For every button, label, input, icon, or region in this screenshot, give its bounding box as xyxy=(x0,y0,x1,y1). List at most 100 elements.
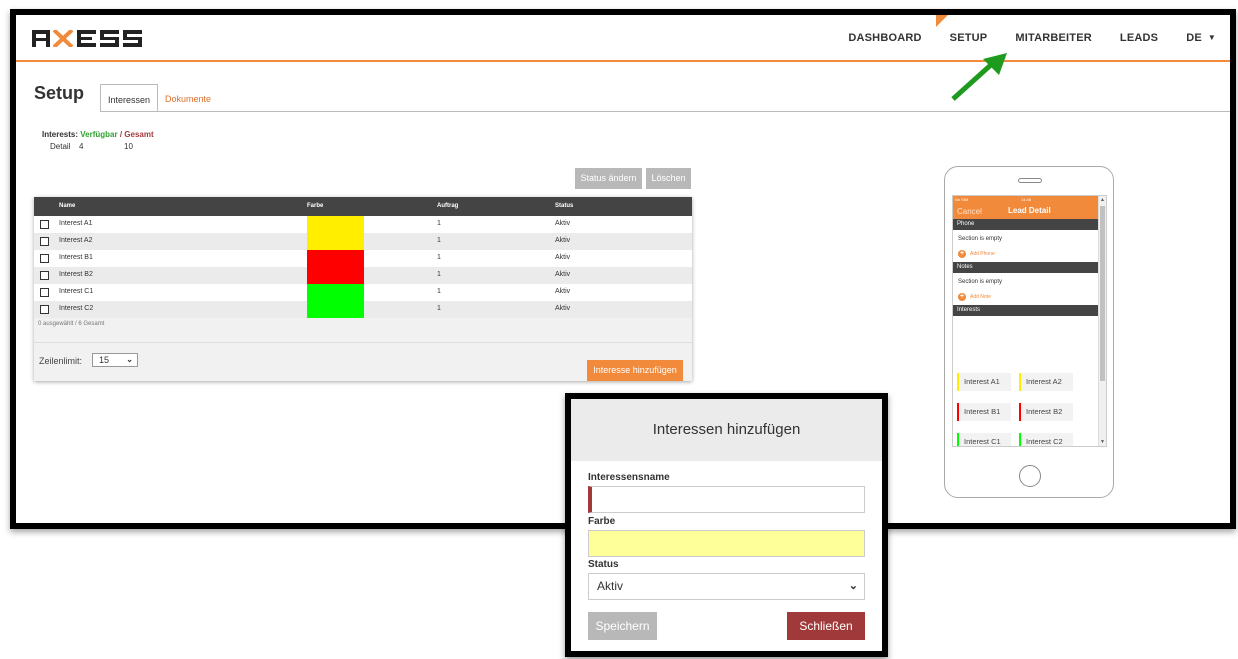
plus-icon: + xyxy=(958,293,966,301)
interest-name-label: Interessensname xyxy=(588,472,670,483)
phone-screen: No SIM 14:48 Cancel Lead Detail Phone Se… xyxy=(952,195,1107,447)
row-color-swatch xyxy=(307,250,364,267)
summary-total-count: 10 xyxy=(124,142,133,151)
summary-available-label: Verfügbar xyxy=(80,130,118,139)
row-order: 1 xyxy=(437,254,441,261)
tab-interessen[interactable]: Interessen xyxy=(100,84,159,112)
phone-interest-chip[interactable]: Interest B2 xyxy=(1019,403,1073,421)
table-row[interactable]: Interest B2 1 Aktiv xyxy=(34,267,692,284)
phone-section-notes: Notes xyxy=(953,262,1102,273)
scroll-down-icon[interactable]: ▼ xyxy=(1100,439,1105,445)
row-status: Aktiv xyxy=(555,288,571,295)
color-input[interactable] xyxy=(588,530,865,557)
language-label: DE xyxy=(1186,32,1202,44)
setup-tabs: Interessen Dokumente xyxy=(100,84,218,112)
phone-interest-chip[interactable]: Interest C1 xyxy=(957,433,1011,446)
row-status: Aktiv xyxy=(555,254,571,261)
summary-row-label: Detail xyxy=(50,142,71,151)
row-checkbox[interactable] xyxy=(40,271,49,280)
modal-title: Interessen hinzufügen xyxy=(652,421,801,438)
interests-table: Name Farbe Auftrag Status Interest A1 1 Ak… xyxy=(34,197,692,381)
add-note-label: Add Note xyxy=(970,294,991,300)
scroll-up-icon[interactable]: ▲ xyxy=(1100,197,1105,203)
phone-interest-chip[interactable]: Interest A2 xyxy=(1019,373,1073,391)
nav-leads[interactable]: LEADS xyxy=(1106,15,1172,61)
phone-header: Cancel Lead Detail xyxy=(953,204,1106,219)
col-name[interactable]: Name xyxy=(59,203,75,209)
chevron-down-icon: ⌄ xyxy=(126,355,133,364)
table-row[interactable]: Interest A1 1 Aktiv xyxy=(34,216,692,233)
phone-interest-chip[interactable]: Interest B1 xyxy=(957,403,1011,421)
top-navbar: DASHBOARD SETUP MITARBEITER LEADS DE ▼ xyxy=(16,15,1230,62)
nav-language[interactable]: DE ▼ xyxy=(1172,15,1230,61)
table-header: Name Farbe Auftrag Status xyxy=(34,197,692,216)
plus-icon: + xyxy=(958,250,966,258)
row-order: 1 xyxy=(437,305,441,312)
interest-summary: Interests: Verfügbar / Gesamt Detail 4 1… xyxy=(42,130,154,151)
row-color-swatch xyxy=(307,233,364,250)
phone-add-phone[interactable]: + Add Phone xyxy=(953,246,1106,262)
chevron-down-icon: ⌄ xyxy=(848,580,858,592)
phone-time: 14:48 xyxy=(1021,197,1032,202)
status-select[interactable]: Aktiv ⌄ xyxy=(588,573,865,600)
change-status-button[interactable]: Status ändern xyxy=(575,168,642,189)
row-color-swatch xyxy=(307,284,364,301)
row-checkbox[interactable] xyxy=(40,254,49,263)
nav-dashboard[interactable]: DASHBOARD xyxy=(834,15,935,61)
row-status: Aktiv xyxy=(555,237,571,244)
row-name: Interest B2 xyxy=(59,271,93,278)
row-checkbox[interactable] xyxy=(40,305,49,314)
phone-interest-chip[interactable]: Interest C2 xyxy=(1019,433,1073,446)
row-limit-value: 15 xyxy=(99,355,110,365)
summary-available-count: 4 xyxy=(79,142,84,151)
phone-speaker xyxy=(1018,178,1042,183)
col-color[interactable]: Farbe xyxy=(307,203,323,209)
row-name: Interest C1 xyxy=(59,288,94,295)
table-row[interactable]: Interest B1 1 Aktiv xyxy=(34,250,692,267)
interest-name-input[interactable] xyxy=(588,486,865,513)
row-order: 1 xyxy=(437,237,441,244)
row-checkbox[interactable] xyxy=(40,237,49,246)
status-label: Status xyxy=(588,559,619,570)
phone-cancel-button[interactable]: Cancel xyxy=(957,207,982,216)
table-row[interactable]: Interest C1 1 Aktiv xyxy=(34,284,692,301)
row-order: 1 xyxy=(437,220,441,227)
row-checkbox[interactable] xyxy=(40,288,49,297)
table-row[interactable]: Interest A2 1 Aktiv xyxy=(34,233,692,250)
col-order[interactable]: Auftrag xyxy=(437,203,458,209)
row-limit-select[interactable]: 15 ⌄ xyxy=(92,353,138,367)
row-checkbox[interactable] xyxy=(40,220,49,229)
row-order: 1 xyxy=(437,271,441,278)
phone-section-phone: Phone xyxy=(953,219,1102,230)
close-button[interactable]: Schließen xyxy=(787,612,865,640)
nav-mitarbeiter[interactable]: MITARBEITER xyxy=(1001,15,1106,61)
tab-divider xyxy=(100,111,1230,112)
summary-total-label: Gesamt xyxy=(124,130,154,139)
delete-button[interactable]: Löschen xyxy=(646,168,691,189)
col-status[interactable]: Status xyxy=(555,203,573,209)
phone-add-note[interactable]: + Add Note xyxy=(953,289,1106,305)
save-button[interactable]: Speichern xyxy=(588,612,657,640)
phone-section-interests: Interests xyxy=(953,305,1102,316)
phone-status-bar: No SIM 14:48 xyxy=(953,196,1106,204)
status-value: Aktiv xyxy=(597,579,624,593)
add-interest-button[interactable]: Interesse hinzufügen xyxy=(587,360,683,381)
row-name: Interest B1 xyxy=(59,254,93,261)
add-interest-modal: Interessen hinzufügen Interessensname Fa… xyxy=(565,393,888,657)
phone-empty-text: Section is empty xyxy=(958,236,1003,242)
summary-separator: / xyxy=(119,130,123,139)
footer-divider xyxy=(34,342,692,343)
notes-empty-text: Section is empty xyxy=(958,279,1003,285)
row-limit-label: Zeilenlimit: xyxy=(39,356,83,366)
row-color-swatch xyxy=(307,216,364,233)
row-order: 1 xyxy=(437,288,441,295)
phone-interest-chip[interactable]: Interest A1 xyxy=(957,373,1011,391)
axess-logo[interactable] xyxy=(32,30,144,47)
tab-dokumente[interactable]: Dokumente xyxy=(158,84,218,112)
caret-down-icon: ▼ xyxy=(1207,33,1216,43)
table-row[interactable]: Interest C2 1 Aktiv xyxy=(34,301,692,318)
phone-scrollbar[interactable]: ▲ ▼ xyxy=(1098,196,1106,446)
phone-preview: No SIM 14:48 Cancel Lead Detail Phone Se… xyxy=(944,166,1114,498)
scroll-thumb[interactable] xyxy=(1100,206,1105,381)
phone-carrier: No SIM xyxy=(955,197,969,202)
